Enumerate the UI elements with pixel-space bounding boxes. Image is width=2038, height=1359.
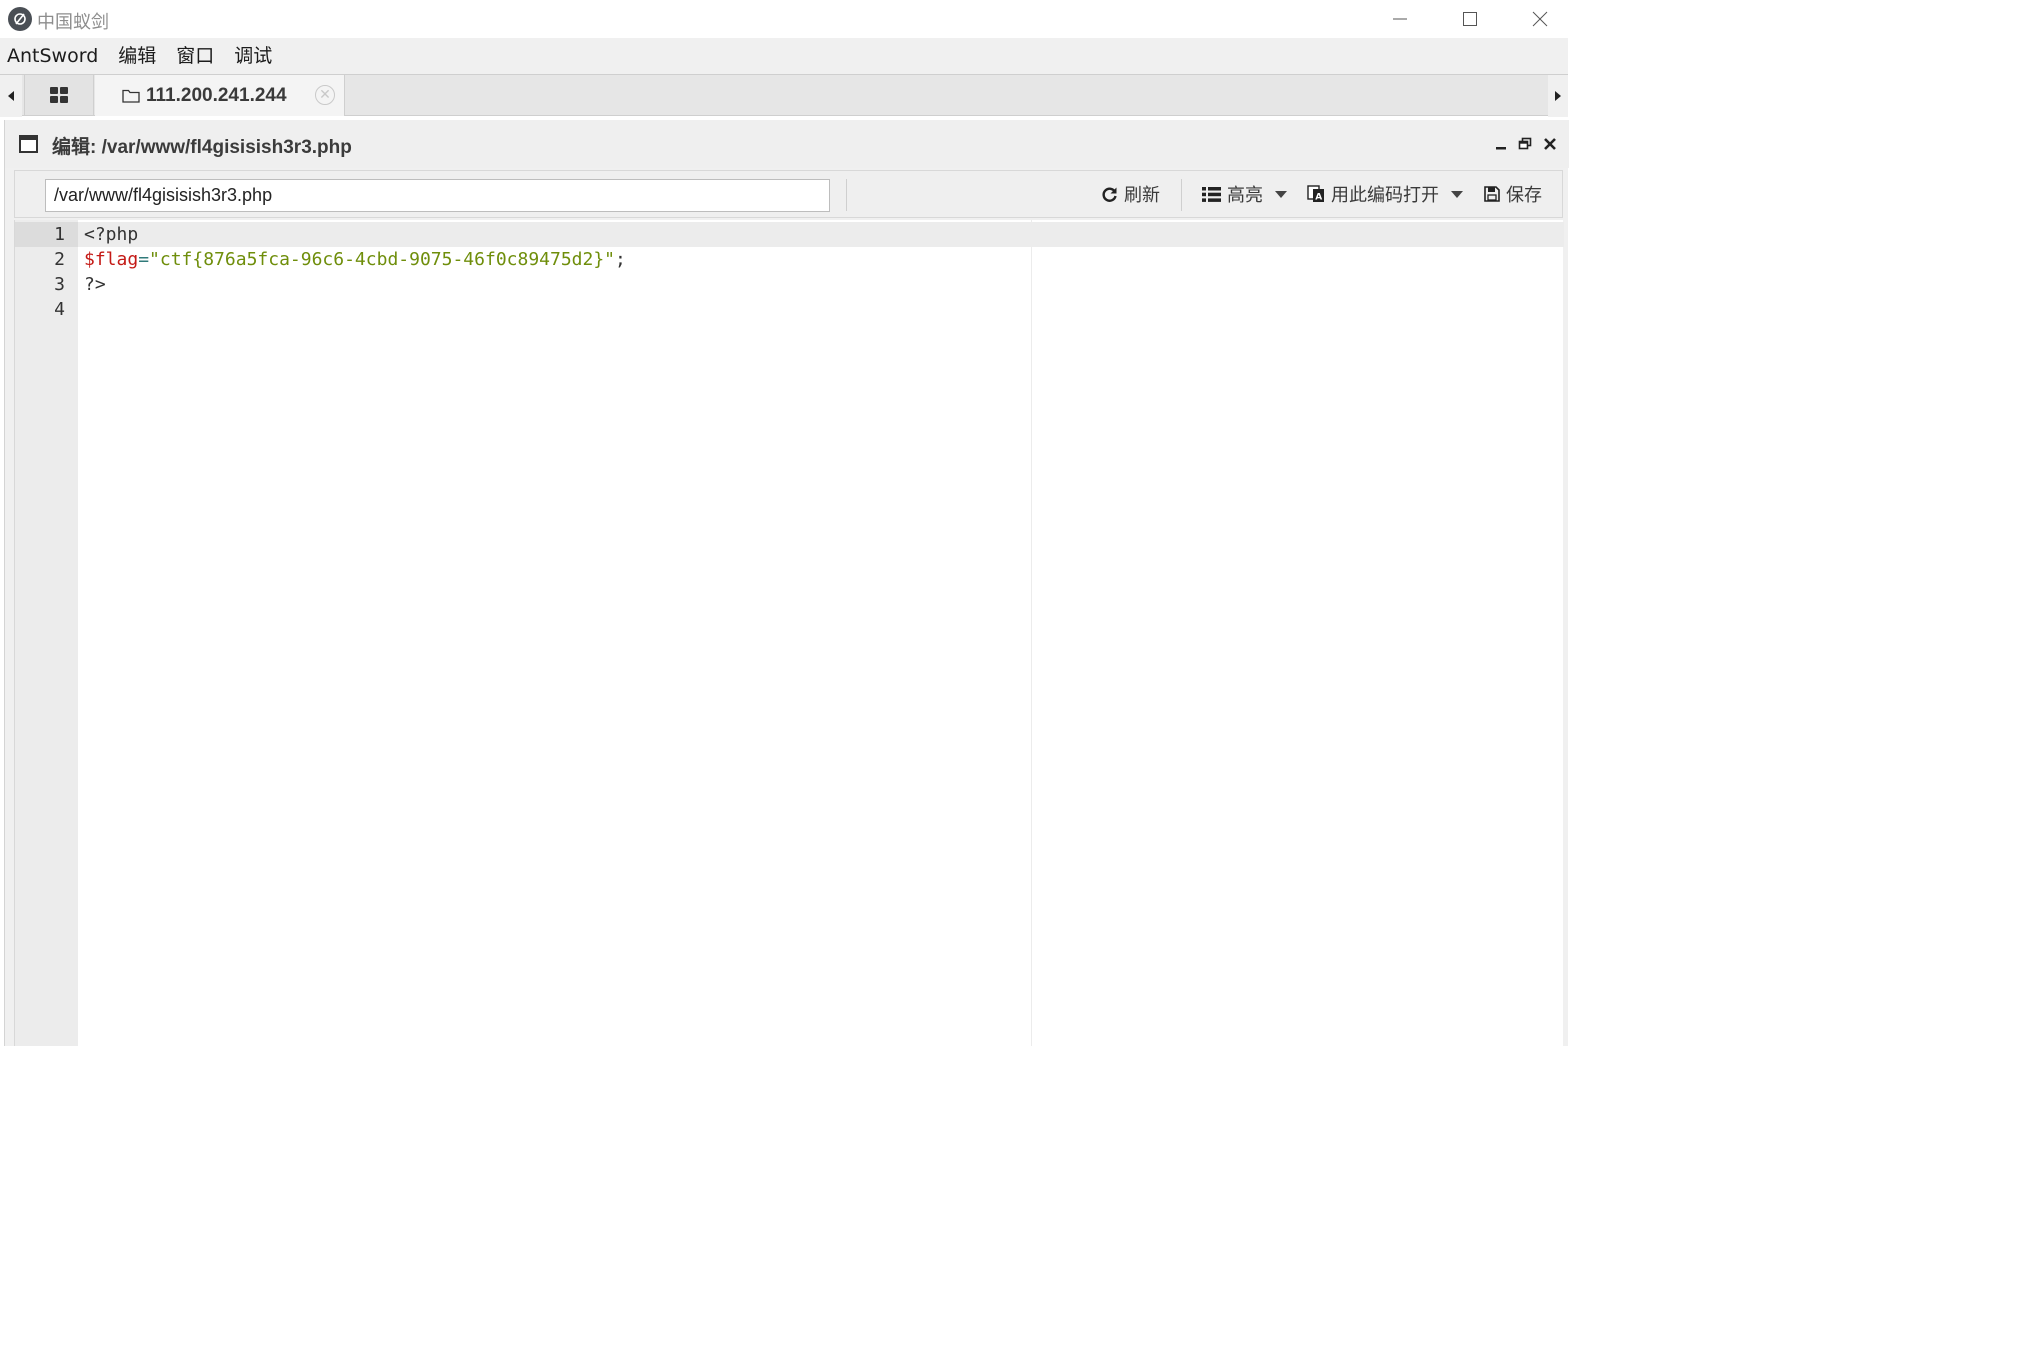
editor-window-title: 编辑: /var/www/fl4gisisish3r3.php (52, 137, 352, 158)
antsword-logo-icon (8, 7, 32, 31)
menu-window[interactable]: 窗口 (176, 38, 214, 74)
refresh-icon (1102, 187, 1117, 202)
editor-window: 编辑: /var/www/fl4gisisish3r3.php /var/www… (4, 120, 1569, 1046)
line-number: 3 (54, 274, 65, 295)
active-line-highlight (15, 222, 1564, 247)
menu-antsword[interactable]: AntSword (7, 38, 98, 74)
close-icon (1532, 11, 1548, 27)
menu-debug[interactable]: 调试 (234, 38, 272, 74)
encoding-dropdown[interactable]: A 用此编码打开 (1307, 171, 1463, 217)
editor-minimize-button[interactable] (1491, 134, 1511, 154)
toolbar-separator (846, 179, 847, 211)
maximize-icon (1463, 12, 1477, 26)
code-string: "ctf{876a5fca-96c6-4cbd-9075-46f0c89475d… (149, 249, 616, 270)
folder-icon (122, 89, 140, 103)
php-close-tag: ?> (84, 274, 106, 295)
save-label: 保存 (1506, 185, 1542, 206)
restore-icon (1518, 137, 1532, 150)
code-line: <?php (84, 222, 138, 247)
dropdown-caret-icon (1275, 190, 1287, 198)
tab-close-icon[interactable]: ✕ (315, 85, 335, 105)
caret-right-icon (1555, 91, 1561, 101)
minimize-window-button[interactable] (1370, 0, 1430, 38)
code-line: $flag="ctf{876a5fca-96c6-4cbd-9075-46f0c… (84, 247, 626, 272)
save-button[interactable]: 保存 (1484, 171, 1542, 217)
print-margin (1031, 220, 1032, 1046)
minimize-icon (1496, 147, 1506, 150)
menu-bar: AntSword 编辑 窗口 调试 (0, 38, 1568, 74)
line-number: 2 (54, 249, 65, 270)
php-open-tag: <?php (84, 224, 139, 245)
menu-edit[interactable]: 编辑 (118, 38, 156, 74)
code-editor[interactable]: 1 2 3 4 <?php $flag="ctf{876a5fca-96c6-4… (14, 220, 1564, 1046)
caret-left-icon (8, 91, 14, 101)
tab-host-label: 111.200.241.244 (146, 84, 287, 106)
editor-window-header: 编辑: /var/www/fl4gisisish3r3.php (5, 120, 1569, 168)
tab-bar: 111.200.241.244 ✕ (0, 74, 1568, 117)
highlight-label: 高亮 (1227, 185, 1263, 206)
tab-scroll-right-button[interactable] (1548, 75, 1568, 117)
maximize-window-button[interactable] (1440, 0, 1500, 38)
grid-icon (50, 87, 68, 103)
tab-host[interactable]: 111.200.241.244 ✕ (95, 75, 345, 116)
window-icon (19, 135, 38, 153)
encoding-label: 用此编码打开 (1331, 185, 1439, 206)
editor-close-button[interactable] (1540, 134, 1560, 154)
title-bar: 中国蚁剑 (0, 0, 1568, 38)
code-line: ?> (84, 272, 106, 297)
dropdown-caret-icon (1451, 190, 1463, 198)
file-path-input[interactable] (45, 179, 830, 212)
editor-toolbar: 刷新 高亮 A 用此编码打开 (14, 170, 1563, 218)
close-window-button[interactable] (1510, 0, 1570, 38)
code-operator: = (138, 249, 150, 270)
list-icon (1202, 186, 1221, 202)
line-number: 4 (54, 299, 65, 320)
minimize-icon (1393, 18, 1407, 20)
save-icon (1484, 186, 1500, 202)
tab-scroll-left-button[interactable] (0, 75, 22, 117)
highlight-dropdown[interactable]: 高亮 (1202, 171, 1287, 217)
svg-text:A: A (1315, 193, 1322, 203)
toolbar-separator (1181, 179, 1182, 211)
editor-restore-button[interactable] (1515, 134, 1535, 154)
line-number: 1 (54, 224, 65, 245)
window-title: 中国蚁剑 (37, 12, 109, 33)
refresh-button[interactable]: 刷新 (1101, 171, 1160, 217)
close-icon (1544, 138, 1556, 150)
tab-home[interactable] (24, 75, 94, 115)
code-variable: $flag (84, 249, 139, 270)
refresh-label: 刷新 (1124, 185, 1160, 206)
translate-icon: A (1307, 185, 1324, 203)
code-semicolon: ; (615, 249, 626, 270)
line-number-gutter (15, 220, 78, 1046)
